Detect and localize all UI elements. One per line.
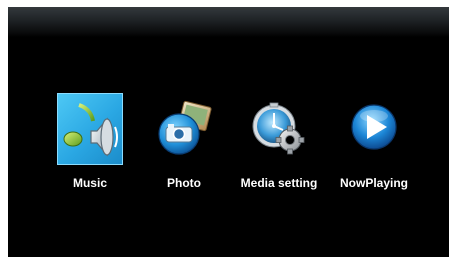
play-icon	[341, 94, 407, 164]
photo-label: Photo	[167, 176, 201, 190]
nowplaying-label: NowPlaying	[339, 176, 408, 190]
photo-icon	[151, 94, 217, 164]
music-icon	[57, 93, 123, 165]
menu-item-nowplaying[interactable]: NowPlaying	[329, 89, 419, 190]
music-label: Music	[72, 176, 107, 190]
menu-item-music[interactable]: Music	[45, 89, 135, 190]
media-player-screen: Music Photo Media setting NowPlaying	[8, 7, 449, 257]
media-setting-label: Media setting	[240, 176, 318, 190]
menu-item-photo[interactable]: Photo	[139, 89, 229, 190]
top-bar	[8, 7, 449, 37]
media-settings-icon	[246, 94, 312, 164]
menu-item-media-setting[interactable]: Media setting	[234, 89, 324, 190]
